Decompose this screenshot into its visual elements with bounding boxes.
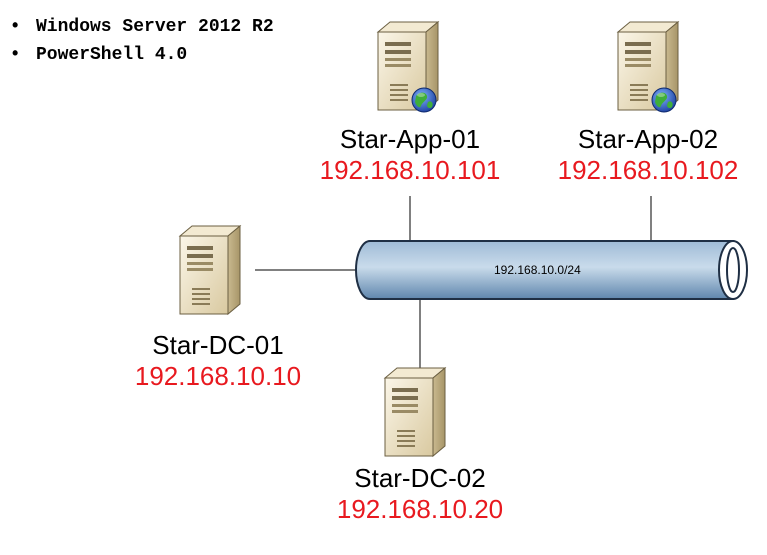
network-diagram: Windows Server 2012 R2 PowerShell 4.0 <box>0 0 767 555</box>
server-ip: 192.168.10.102 <box>557 155 739 185</box>
server-tower-icon <box>179 225 241 315</box>
server-ip: 192.168.10.20 <box>336 494 504 524</box>
server-ip: 192.168.10.10 <box>134 361 302 391</box>
server-name: Star-DC-02 <box>354 463 486 493</box>
server-label-app02: Star-App-02 192.168.10.102 <box>518 124 767 186</box>
server-label-app01: Star-App-01 192.168.10.101 <box>280 124 540 186</box>
network-label: 192.168.10.0/24 <box>494 263 581 277</box>
server-name: Star-DC-01 <box>152 330 284 360</box>
server-label-dc01: Star-DC-01 192.168.10.10 <box>88 330 348 392</box>
server-name: Star-App-01 <box>339 124 481 154</box>
server-ip: 192.168.10.101 <box>319 155 501 185</box>
web-server-icon <box>377 21 439 113</box>
web-server-icon <box>617 21 679 113</box>
server-name: Star-App-02 <box>577 124 719 154</box>
server-tower-icon <box>384 367 446 457</box>
server-label-dc02: Star-DC-02 192.168.10.20 <box>290 463 550 525</box>
